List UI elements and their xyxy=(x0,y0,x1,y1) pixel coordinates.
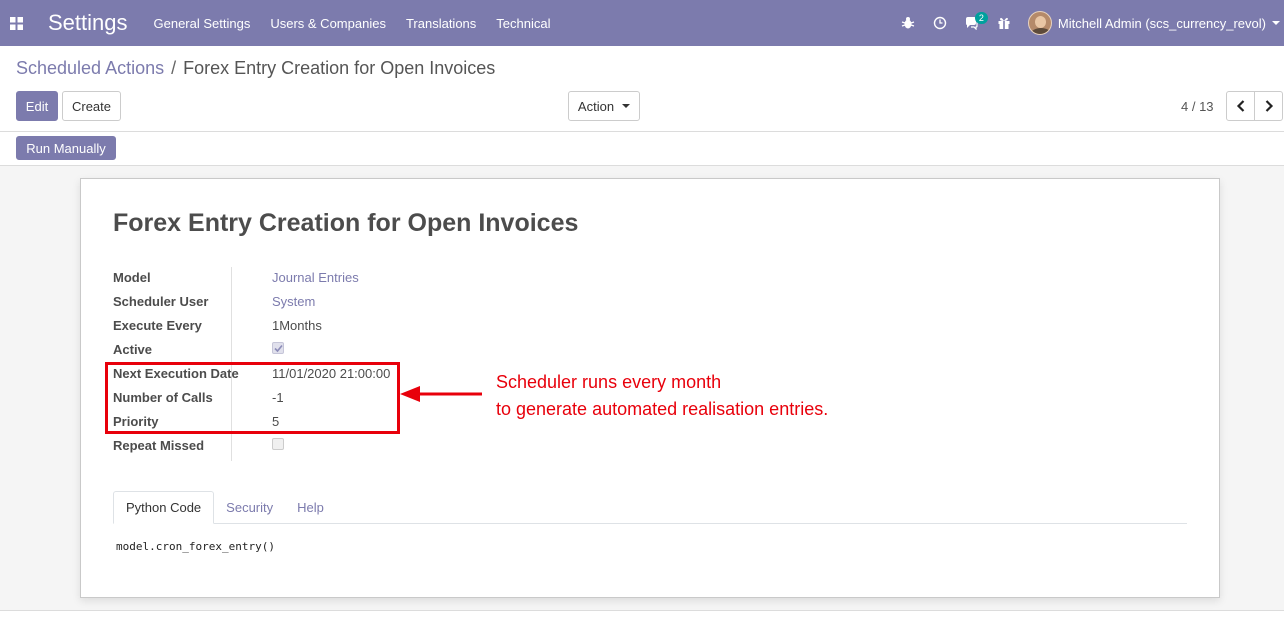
repeat-missed-checkbox[interactable] xyxy=(272,438,284,450)
apps-menu-icon[interactable] xyxy=(0,0,32,46)
action-dropdown[interactable]: Action xyxy=(568,91,640,121)
breadcrumb: Scheduled Actions / Forex Entry Creation… xyxy=(16,58,495,79)
field-label: Model xyxy=(113,270,151,285)
pager-previous-button[interactable] xyxy=(1226,91,1255,121)
bottom-bar xyxy=(0,610,1284,620)
field-scheduler-user: Scheduler User System xyxy=(113,289,513,313)
annotation-text: Scheduler runs every month to generate a… xyxy=(496,369,828,423)
annotation-line: Scheduler runs every month xyxy=(496,372,722,392)
annotation-highlight-box xyxy=(105,362,400,434)
breadcrumb-scheduled-actions[interactable]: Scheduled Actions xyxy=(16,58,164,79)
python-code[interactable]: model.cron_forex_entry() xyxy=(116,540,275,553)
divider xyxy=(0,131,1284,132)
active-checkbox[interactable] xyxy=(272,342,284,354)
notebook-tabs: Python Code Security Help xyxy=(113,491,1187,524)
tab-help[interactable]: Help xyxy=(285,491,336,524)
field-model: Model Journal Entries xyxy=(113,265,513,289)
menu-general-settings[interactable]: General Settings xyxy=(154,16,251,31)
scheduler-user-link[interactable]: System xyxy=(272,294,315,309)
menu-users-companies[interactable]: Users & Companies xyxy=(270,16,386,31)
user-menu[interactable]: Mitchell Admin (scs_currency_revol) xyxy=(1027,11,1280,35)
model-link[interactable]: Journal Entries xyxy=(272,270,359,285)
tab-python-code[interactable]: Python Code xyxy=(113,491,215,524)
messages-icon[interactable]: 2 xyxy=(956,0,988,46)
field-label: Repeat Missed xyxy=(113,438,205,453)
chevron-left-icon xyxy=(1236,100,1244,112)
pager-value[interactable]: 4 / 13 xyxy=(1181,99,1214,114)
execute-every-value: 1Months xyxy=(272,318,322,333)
run-manually-button[interactable]: Run Manually xyxy=(16,136,116,160)
activity-clock-icon[interactable] xyxy=(924,0,956,46)
action-label: Action xyxy=(577,98,615,114)
breadcrumb-separator: / xyxy=(171,58,177,78)
annotation-arrow-icon xyxy=(400,386,482,402)
field-execute-every: Execute Every 1Months xyxy=(113,313,513,337)
annotation-line: to generate automated realisation entrie… xyxy=(496,399,829,419)
user-name: Mitchell Admin (scs_currency_revol) xyxy=(1057,15,1266,31)
caret-down-icon xyxy=(622,104,631,108)
record-title[interactable]: Forex Entry Creation for Open Invoices xyxy=(113,209,578,238)
menu-translations[interactable]: Translations xyxy=(406,16,476,31)
top-navbar: Settings General Settings Users & Compan… xyxy=(0,0,1284,46)
menu-technical[interactable]: Technical xyxy=(496,16,550,31)
chevron-down-icon xyxy=(1272,21,1280,25)
debug-bug-icon[interactable] xyxy=(892,0,924,46)
gift-icon[interactable] xyxy=(988,0,1020,46)
checkmark-icon xyxy=(274,344,283,353)
field-label: Execute Every xyxy=(113,318,202,333)
user-avatar xyxy=(1027,11,1052,35)
tab-security[interactable]: Security xyxy=(214,491,285,524)
pager-next-button[interactable] xyxy=(1254,91,1283,121)
field-label: Scheduler User xyxy=(113,294,209,309)
app-title[interactable]: Settings xyxy=(48,10,128,36)
breadcrumb-current: Forex Entry Creation for Open Invoices xyxy=(183,58,496,78)
create-button[interactable]: Create xyxy=(62,91,121,121)
chevron-right-icon xyxy=(1265,100,1273,112)
field-active: Active xyxy=(113,337,513,361)
field-repeat-missed: Repeat Missed xyxy=(113,433,513,457)
field-label: Active xyxy=(113,342,153,357)
edit-button[interactable]: Edit xyxy=(16,91,58,121)
messages-badge: 2 xyxy=(974,12,988,24)
